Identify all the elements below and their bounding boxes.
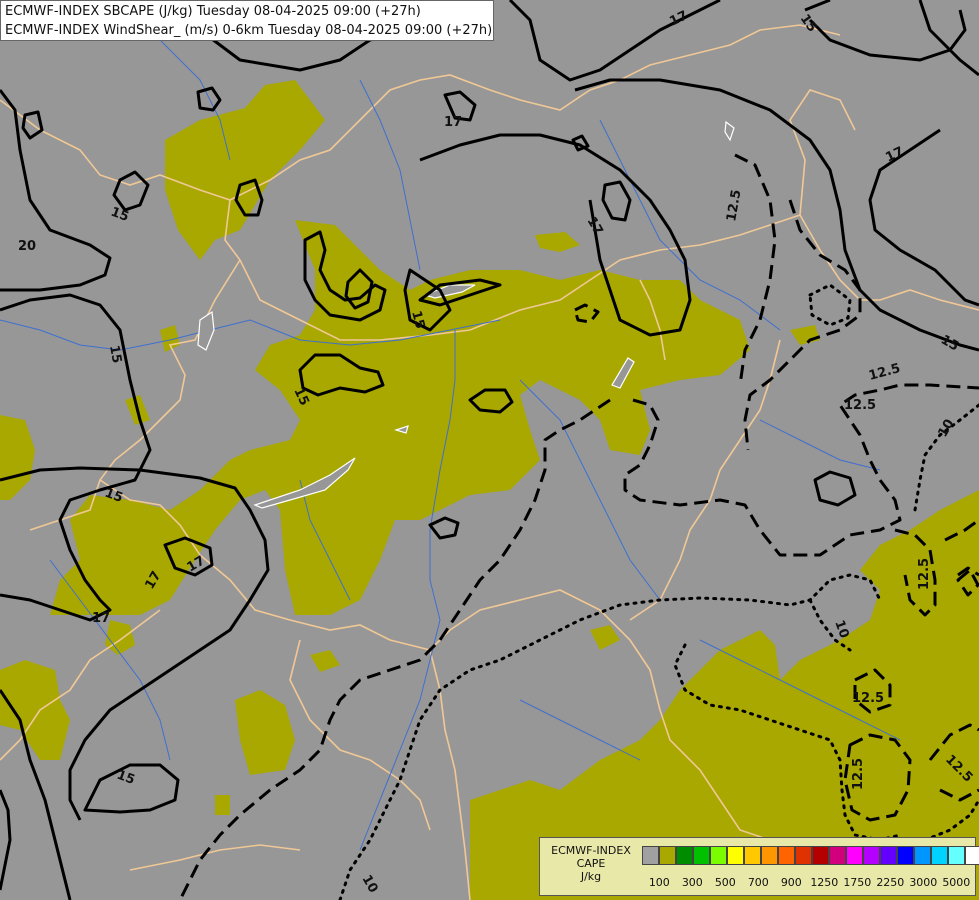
legend-swatch bbox=[897, 846, 914, 865]
legend-title-line2: CAPE bbox=[576, 857, 606, 870]
legend-swatch bbox=[710, 846, 727, 865]
legend-swatch bbox=[744, 846, 761, 865]
windshear-title: ECMWF-INDEX WindShear_ (m/s) 0-6km Tuesd… bbox=[5, 23, 493, 38]
legend-title-line1: ECMWF-INDEX bbox=[551, 844, 631, 857]
legend-tick-label: 300 bbox=[681, 876, 703, 889]
contour-label: 12.5 bbox=[844, 398, 876, 413]
legend-tick-label: 100 bbox=[648, 876, 670, 889]
cape-area bbox=[215, 795, 230, 815]
legend-swatch bbox=[914, 846, 931, 865]
legend-swatch bbox=[880, 846, 897, 865]
sbcape-title: ECMWF-INDEX SBCAPE (J/kg) Tuesday 08-04-… bbox=[5, 4, 421, 19]
legend-swatch bbox=[965, 846, 979, 865]
legend-swatches bbox=[642, 846, 979, 865]
legend-title-line3: J/kg bbox=[580, 870, 602, 883]
legend-tick-label: 1250 bbox=[810, 876, 839, 889]
legend-swatch bbox=[948, 846, 965, 865]
legend-swatch bbox=[829, 846, 846, 865]
legend-swatch bbox=[676, 846, 693, 865]
legend-tick-label: 1750 bbox=[843, 876, 872, 889]
contour-label: 17 bbox=[444, 115, 462, 130]
legend-swatch bbox=[659, 846, 676, 865]
legend-tick-label: 900 bbox=[780, 876, 802, 889]
legend-tick-label: 700 bbox=[747, 876, 769, 889]
legend-swatch bbox=[846, 846, 863, 865]
legend-title: ECMWF-INDEX CAPE J/kg bbox=[544, 844, 638, 883]
legend-tick-label: 2250 bbox=[876, 876, 905, 889]
contour-label: 15 bbox=[106, 344, 124, 364]
legend-swatch bbox=[693, 846, 710, 865]
legend-swatch bbox=[812, 846, 829, 865]
contour-label: 20 bbox=[18, 239, 36, 254]
legend-swatch bbox=[778, 846, 795, 865]
contour-label: 12.5 bbox=[852, 691, 884, 706]
contour-label: 12.5 bbox=[917, 558, 932, 590]
weather-map: 17 15 17 17 17 15 20 15 17 12.5 15 15 12… bbox=[0, 0, 979, 900]
map-title-box: ECMWF-INDEX SBCAPE (J/kg) Tuesday 08-04-… bbox=[0, 0, 494, 41]
legend-tick-label: 5000 bbox=[942, 876, 971, 889]
cape-legend: ECMWF-INDEX CAPE J/kg 100 300 500 700 900 125… bbox=[539, 837, 979, 896]
legend-swatch bbox=[642, 846, 659, 865]
contour-label: 17 bbox=[92, 611, 110, 626]
legend-swatch bbox=[795, 846, 812, 865]
legend-ticks: 100 300 500 700 900 1250 1750 2250 3000 5000 bbox=[642, 876, 972, 890]
legend-swatch bbox=[863, 846, 880, 865]
legend-tick-label: 500 bbox=[714, 876, 736, 889]
legend-tick-label: 3000 bbox=[909, 876, 938, 889]
legend-swatch bbox=[761, 846, 778, 865]
contour-label: 12.5 bbox=[851, 758, 866, 790]
legend-swatch bbox=[931, 846, 948, 865]
legend-swatch bbox=[727, 846, 744, 865]
